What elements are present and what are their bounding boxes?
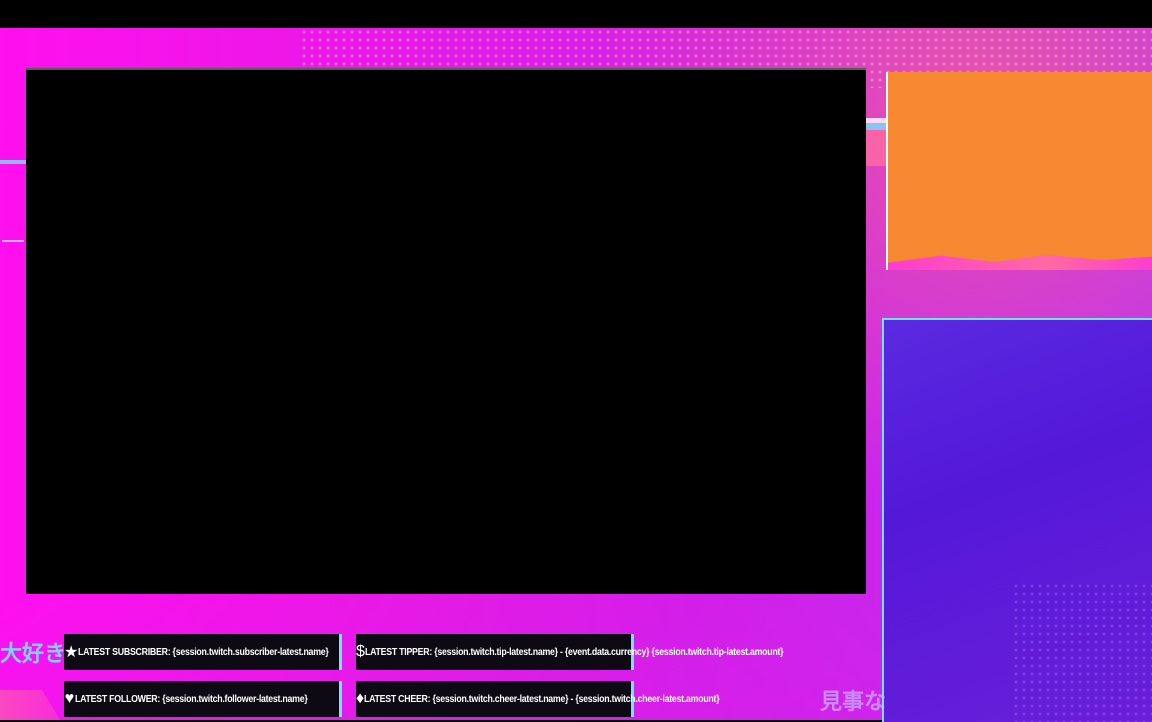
webcam-frame bbox=[886, 72, 1152, 270]
left-accent-mark bbox=[2, 240, 24, 242]
chat-dot-pattern bbox=[1012, 582, 1152, 722]
star-icon: ★ bbox=[64, 644, 79, 661]
game-capture-area bbox=[26, 68, 866, 594]
decorative-japanese-left: 大好き bbox=[0, 641, 67, 666]
latest-follower-label: LATEST FOLLOWER: {session.twitch.followe… bbox=[74, 693, 308, 705]
latest-tipper-alert: $ LATEST TIPPER: {session.twitch.tip-lat… bbox=[356, 634, 783, 670]
webcam-wave-accent bbox=[888, 254, 1152, 270]
chat-panel bbox=[882, 318, 1152, 722]
heart-icon: ♥ bbox=[64, 690, 75, 707]
latest-cheer-alert: ♦ LATEST CHEER: {session.twitch.cheer-la… bbox=[356, 681, 720, 717]
latest-follower-alert: ♥ LATEST FOLLOWER: {session.twitch.follo… bbox=[64, 681, 342, 717]
decorative-japanese-right: 見事な bbox=[820, 689, 887, 714]
diamond-icon: ♦ bbox=[356, 690, 365, 707]
top-letterbox bbox=[0, 0, 1152, 28]
webcam-side-accent bbox=[866, 118, 886, 166]
latest-subscriber-alert: ★ LATEST SUBSCRIBER: {session.twitch.sub… bbox=[64, 634, 342, 670]
dollar-icon: $ bbox=[356, 643, 365, 660]
latest-subscriber-label: LATEST SUBSCRIBER: {session.twitch.subsc… bbox=[78, 646, 329, 658]
latest-tipper-label: LATEST TIPPER: {session.twitch.tip-lates… bbox=[364, 646, 784, 658]
latest-cheer-label: LATEST CHEER: {session.twitch.cheer-late… bbox=[364, 693, 720, 705]
